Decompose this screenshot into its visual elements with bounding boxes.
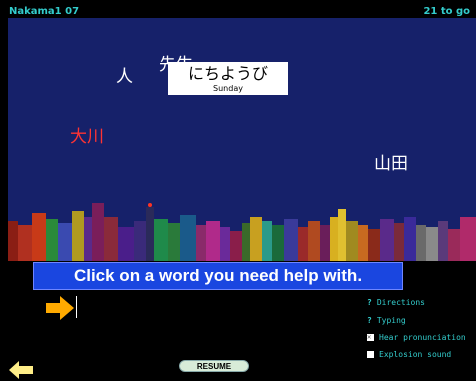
falling-word-yamada[interactable]: 山田	[374, 149, 408, 174]
explosion-sound-option[interactable]: Explosion sound	[367, 350, 451, 359]
hear-pronunciation-checkbox[interactable]	[367, 332, 374, 342]
typing-link[interactable]: ? Typing	[367, 316, 406, 325]
typing-label: Typing	[376, 316, 406, 325]
directions-label: Directions	[376, 298, 425, 307]
hint-flashcard: にちようび Sunday	[168, 62, 288, 95]
right-arrow-icon	[46, 296, 74, 320]
resume-button[interactable]: RESUME	[179, 360, 249, 372]
falling-word-hito[interactable]: 人	[116, 62, 133, 87]
falling-word-ookawa[interactable]: 大川	[70, 122, 104, 147]
directions-link[interactable]: ? Directions	[367, 298, 425, 307]
top-bar: Nakama1 07 21 to go	[0, 0, 476, 18]
words-remaining-counter: 21 to go	[423, 6, 470, 17]
hint-kana: にちようび	[187, 64, 268, 83]
hint-english: Sunday	[213, 84, 243, 93]
game-sky: 人 先生 大川 山田 にちようび Sunday	[8, 18, 476, 261]
explosion-sound-checkbox[interactable]	[367, 351, 374, 358]
help-icon: ?	[367, 316, 372, 325]
hear-pronunciation-label: Hear pronunciation	[379, 333, 466, 342]
explosion-sound-label: Explosion sound	[379, 350, 452, 359]
help-icon: ?	[367, 298, 372, 307]
instruction-banner: Click on a word you need help with.	[33, 262, 403, 290]
hear-pronunciation-option[interactable]: Hear pronunciation	[367, 332, 466, 342]
answer-input[interactable]	[76, 296, 200, 318]
left-arrow-icon[interactable]	[9, 361, 33, 379]
city-skyline	[8, 203, 476, 261]
game-title: Nakama1 07	[9, 6, 80, 17]
